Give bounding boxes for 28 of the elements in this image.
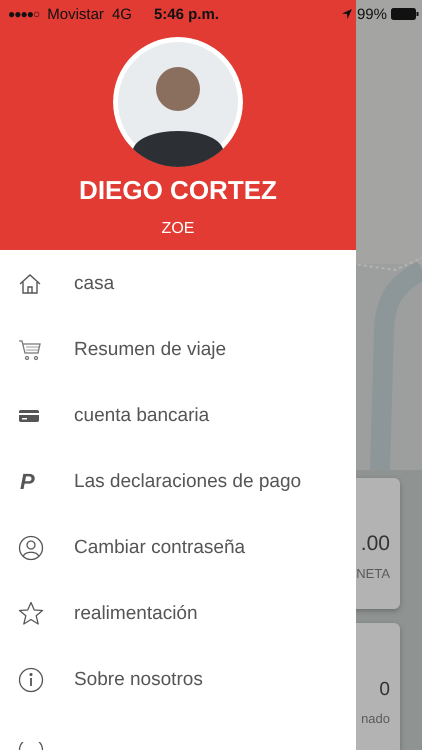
card-value: 0 [379, 679, 390, 701]
menu-item[interactable]: Sobre nosotros [0, 646, 356, 713]
menu-item[interactable]: Cambiar contraseña [0, 514, 356, 581]
menu-item[interactable]: P Las declaraciones de pago [0, 448, 356, 515]
status-time: 5:46 p.m. [154, 6, 219, 22]
star-icon [18, 601, 44, 626]
info-icon [18, 666, 44, 693]
battery-icon [391, 8, 419, 20]
battery-percent: 99% [356, 6, 387, 22]
user-icon [18, 534, 44, 561]
payment-icon: P [20, 468, 35, 495]
menu-item[interactable]: Resumen de viaje [0, 316, 356, 383]
card-icon [18, 408, 40, 424]
user-name: DIEGO CORTEZ [79, 175, 277, 206]
menu-item[interactable]: realimentación [0, 580, 356, 647]
card-value: .00 [360, 532, 390, 556]
signal-strength: ●●●●○ [8, 7, 40, 21]
location-arrow-icon [340, 8, 353, 20]
avatar-icon [113, 37, 243, 167]
cart-icon [18, 338, 42, 361]
card-caption: NETA [356, 566, 390, 581]
card-caption: nado [361, 711, 390, 726]
user-subtitle: ZOE [162, 220, 194, 238]
carrier-name: Movistar [47, 6, 104, 22]
network-type: 4G [112, 6, 132, 22]
home-icon [18, 272, 42, 296]
menu-item[interactable]: casa [0, 250, 356, 317]
menu-item[interactable]: cuenta bancaria [0, 382, 356, 449]
